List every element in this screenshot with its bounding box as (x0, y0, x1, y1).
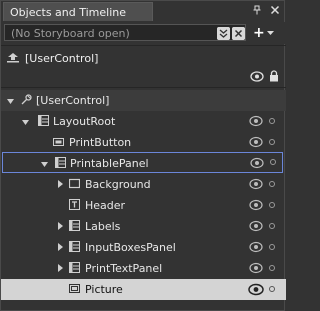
tree-item-labels[interactable]: Labels (1, 216, 286, 237)
new-storyboard-label: + (253, 25, 265, 41)
collapsed-arrow-icon[interactable] (57, 242, 65, 252)
grid-icon (38, 115, 49, 126)
visibility-eye-icon[interactable] (248, 283, 264, 296)
tree-item-printtextpanel[interactable]: PrintTextPanel (1, 258, 286, 279)
tree-item-label: Background (85, 178, 151, 191)
lock-toggle-dot[interactable] (269, 286, 275, 292)
objects-and-timeline-panel: Objects and Timeline (No Storyboard open… (0, 0, 286, 311)
panel-title-tab[interactable]: Objects and Timeline (3, 2, 153, 21)
storyboard-row: (No Storyboard open) + (1, 22, 286, 44)
scope-up-icon[interactable] (7, 53, 19, 63)
lock-toggle-dot[interactable] (269, 223, 275, 229)
visibility-eye-icon[interactable] (249, 220, 263, 232)
tree-item-picture[interactable]: Picture (1, 279, 286, 300)
close-storyboard-icon[interactable] (232, 27, 245, 40)
chevron-down-icon (267, 31, 274, 35)
storyboard-picker[interactable]: (No Storyboard open) (4, 24, 246, 41)
scope-label: [UserControl] (25, 52, 99, 65)
visibility-eye-icon[interactable] (250, 157, 264, 169)
tree-item-label: PrintTextPanel (85, 262, 163, 275)
lock-toggle-dot[interactable] (270, 159, 276, 165)
tree-item-label: Header (85, 199, 126, 212)
tree-root-row[interactable]: [UserControl] (1, 90, 286, 111)
tree-item-label: InputBoxesPanel (85, 241, 176, 254)
tree-item-label: [UserControl] (36, 94, 110, 107)
expand-storyboard-icon[interactable] (217, 27, 230, 40)
tree-item-label: Picture (85, 283, 123, 296)
title-icons (252, 5, 280, 15)
lock-toggle-dot[interactable] (269, 139, 275, 145)
storyboard-placeholder: (No Storyboard open) (11, 27, 130, 40)
visibility-eye-icon[interactable] (249, 115, 263, 127)
lock-toggle-dot[interactable] (269, 202, 275, 208)
lock-toggle-dot[interactable] (269, 244, 275, 250)
tree-item-printablepanel[interactable]: PrintablePanel (2, 152, 283, 173)
collapsed-arrow-icon[interactable] (57, 263, 65, 273)
pin-icon[interactable] (252, 5, 262, 15)
grid-icon (69, 220, 80, 231)
textblock-icon (69, 199, 80, 210)
eye-icon[interactable] (250, 71, 264, 82)
visibility-eye-icon[interactable] (249, 136, 263, 148)
lock-toggle-dot[interactable] (269, 118, 275, 124)
tree-item-layoutroot[interactable]: LayoutRoot (1, 111, 286, 132)
tree-item-printbutton[interactable]: PrintButton (1, 132, 286, 153)
column-header-icons (1, 69, 286, 85)
lock-toggle-dot[interactable] (269, 181, 275, 187)
grid-icon (55, 157, 66, 168)
visibility-eye-icon[interactable] (249, 178, 263, 190)
tree-item-inputboxespanel[interactable]: InputBoxesPanel (1, 237, 286, 258)
scope-row: [UserControl] (1, 48, 286, 68)
tree-item-label: LayoutRoot (53, 115, 116, 128)
visibility-eye-icon[interactable] (249, 199, 263, 211)
panel-titlebar: Objects and Timeline (1, 1, 286, 22)
button-element-icon (53, 138, 64, 146)
grid-icon (69, 241, 80, 252)
image-element-icon (69, 284, 80, 293)
tree-item-header[interactable]: Header (1, 195, 286, 216)
tree-item-label: PrintablePanel (70, 157, 149, 170)
divider (1, 45, 286, 46)
lock-toggle-dot[interactable] (269, 265, 275, 271)
close-icon[interactable] (270, 5, 280, 15)
expanded-arrow-icon[interactable] (41, 160, 49, 170)
grid-icon (69, 262, 80, 273)
lock-icon[interactable] (269, 70, 279, 82)
tree-item-label: PrintButton (69, 136, 132, 149)
collapsed-arrow-icon[interactable] (57, 179, 65, 189)
tree-item-label: Labels (85, 220, 121, 233)
divider (1, 87, 286, 88)
collapsed-arrow-icon[interactable] (57, 221, 65, 231)
border-element-icon (69, 178, 80, 189)
expanded-arrow-icon[interactable] (7, 97, 15, 107)
expanded-arrow-icon[interactable] (22, 118, 30, 128)
new-storyboard-button[interactable]: + (253, 25, 281, 41)
visibility-eye-icon[interactable] (249, 241, 263, 253)
usercontrol-icon (21, 94, 32, 105)
tree-item-background[interactable]: Background (1, 174, 286, 195)
visibility-eye-icon[interactable] (249, 262, 263, 274)
